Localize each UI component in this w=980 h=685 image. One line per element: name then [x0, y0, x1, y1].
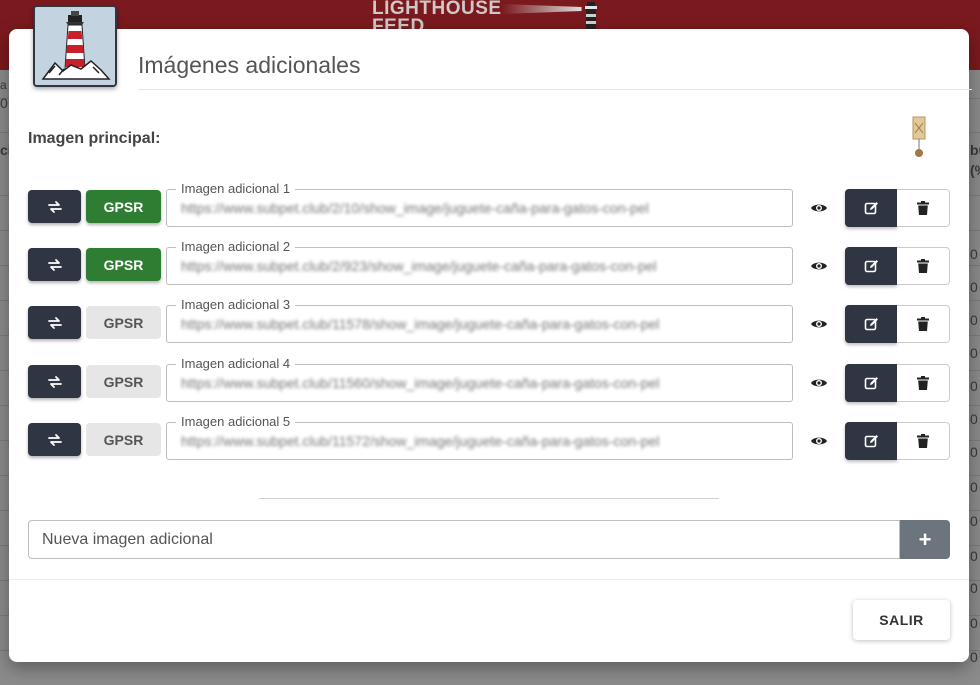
eye-icon	[811, 320, 827, 328]
image-url-field[interactable]: Imagen adicional 3 https://www.subpet.cl…	[166, 297, 793, 343]
trash-icon	[917, 201, 929, 215]
delete-button[interactable]	[897, 247, 950, 285]
gpsr-button[interactable]: GPSR	[86, 365, 161, 398]
main-image-label: Imagen principal:	[28, 130, 161, 147]
sync-icon	[47, 200, 62, 213]
footer-divider	[9, 579, 969, 580]
delete-button[interactable]	[897, 189, 950, 227]
trash-icon	[917, 317, 929, 331]
lighthouse-logo-icon	[35, 7, 115, 85]
lighthouse-icon	[585, 2, 597, 30]
edit-icon	[864, 376, 878, 389]
field-label: Imagen adicional 3	[176, 297, 296, 313]
preview-button[interactable]	[808, 430, 830, 452]
image-url-field[interactable]: Imagen adicional 2 https://www.subpet.cl…	[166, 239, 793, 285]
sync-icon	[47, 316, 62, 329]
edit-icon	[864, 434, 878, 447]
bg-fragment: 0	[970, 246, 978, 262]
sync-button[interactable]	[28, 248, 81, 281]
bg-fragment: (%	[970, 162, 980, 178]
sync-icon	[47, 433, 62, 446]
add-image-button[interactable]: +	[900, 520, 950, 559]
field-label: Imagen adicional 1	[176, 181, 296, 197]
bg-fragment: 0	[970, 345, 978, 361]
gpsr-button[interactable]: GPSR	[86, 190, 161, 223]
field-label: Imagen adicional 5	[176, 414, 296, 430]
sync-button[interactable]	[28, 365, 81, 398]
logo-beam	[501, 4, 582, 14]
title-divider	[138, 89, 972, 90]
eye-icon	[811, 262, 827, 270]
field-label: Imagen adicional 4	[176, 356, 296, 372]
sync-button[interactable]	[28, 423, 81, 456]
trash-icon	[917, 259, 929, 273]
image-url-value[interactable]: https://www.subpet.club/11572/show_image…	[181, 433, 779, 451]
sync-icon	[47, 258, 62, 271]
main-image-thumbnail[interactable]	[906, 115, 932, 161]
edit-button[interactable]	[845, 422, 897, 460]
bg-fragment: 0	[970, 548, 978, 564]
additional-image-row: GPSR Imagen adicional 1 https://www.subp…	[28, 181, 950, 229]
bg-fragment: 0	[970, 444, 978, 460]
field-label: Imagen adicional 2	[176, 239, 296, 255]
delete-button[interactable]	[897, 422, 950, 460]
exit-button[interactable]: SALIR	[853, 600, 950, 640]
additional-images-modal	[9, 29, 969, 662]
additional-image-row: GPSR Imagen adicional 3 https://www.subp…	[28, 297, 950, 345]
bg-fragment: 0	[970, 312, 978, 328]
sync-button[interactable]	[28, 190, 81, 223]
image-url-field[interactable]: Imagen adicional 1 https://www.subpet.cl…	[166, 181, 793, 227]
gpsr-button[interactable]: GPSR	[86, 423, 161, 456]
image-url-value[interactable]: https://www.subpet.club/2/923/show_image…	[181, 258, 779, 276]
delete-button[interactable]	[897, 305, 950, 343]
edit-button[interactable]	[845, 247, 897, 285]
image-url-value[interactable]: https://www.subpet.club/11560/show_image…	[181, 375, 779, 393]
image-url-field[interactable]: Imagen adicional 4 https://www.subpet.cl…	[166, 356, 793, 402]
app-logo[interactable]: LIGHTHOUSE FEED	[372, 0, 597, 32]
image-url-field[interactable]: Imagen adicional 5 https://www.subpet.cl…	[166, 414, 793, 460]
new-image-input[interactable]	[28, 520, 900, 559]
edit-button[interactable]	[845, 189, 897, 227]
bg-fragment: 0	[970, 615, 978, 631]
additional-image-row: GPSR Imagen adicional 4 https://www.subp…	[28, 356, 950, 404]
bg-fragment: 0	[970, 411, 978, 427]
eye-icon	[811, 204, 827, 212]
eye-icon	[811, 379, 827, 387]
modal-title: Imágenes adicionales	[138, 52, 361, 78]
trash-icon	[917, 376, 929, 390]
bg-fragment: 0	[970, 279, 978, 295]
logo-text: LIGHTHOUSE	[372, 0, 502, 19]
bg-fragment: 0	[970, 513, 978, 529]
preview-button[interactable]	[808, 313, 830, 335]
edit-icon	[864, 259, 878, 272]
bg-fragment: 0	[970, 649, 978, 665]
edit-button[interactable]	[845, 364, 897, 402]
bg-fragment: 0	[970, 378, 978, 394]
edit-button[interactable]	[845, 305, 897, 343]
preview-button[interactable]	[808, 372, 830, 394]
edit-icon	[864, 317, 878, 330]
bg-fragment: bu	[970, 142, 980, 158]
sync-button[interactable]	[28, 306, 81, 339]
image-url-value[interactable]: https://www.subpet.club/2/10/show_image/…	[181, 200, 779, 218]
preview-button[interactable]	[808, 255, 830, 277]
trash-icon	[917, 434, 929, 448]
bg-fragment: 0	[0, 95, 8, 111]
lighthouse-logo	[33, 5, 117, 87]
gpsr-button[interactable]: GPSR	[86, 306, 161, 339]
bg-fragment: a	[0, 78, 7, 92]
eye-icon	[811, 437, 827, 445]
image-url-value[interactable]: https://www.subpet.club/11578/show_image…	[181, 316, 779, 334]
additional-image-row: GPSR Imagen adicional 5 https://www.subp…	[28, 414, 950, 462]
additional-image-row: GPSR Imagen adicional 2 https://www.subp…	[28, 239, 950, 287]
edit-icon	[864, 201, 878, 214]
sync-icon	[47, 375, 62, 388]
preview-button[interactable]	[808, 197, 830, 219]
delete-button[interactable]	[897, 364, 950, 402]
bg-fragment: 0	[970, 580, 978, 596]
bg-fragment: 0	[970, 479, 978, 495]
section-divider	[259, 498, 719, 499]
gpsr-button[interactable]: GPSR	[86, 248, 161, 281]
